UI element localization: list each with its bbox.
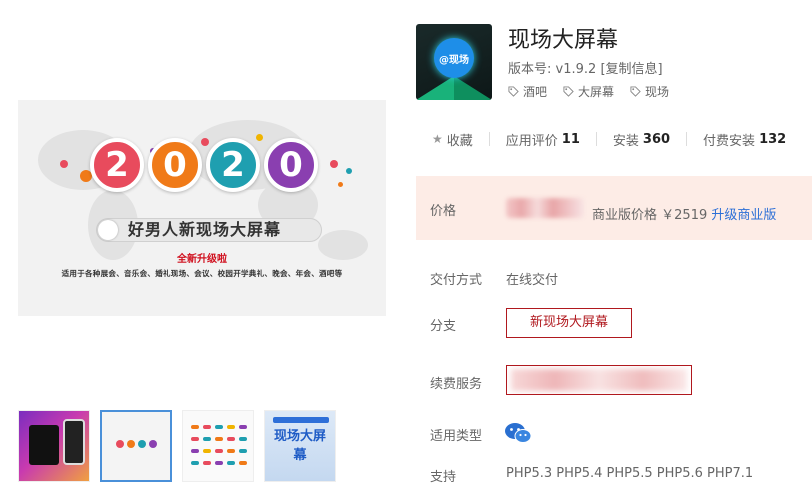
tag-item[interactable]: 大屏幕	[563, 83, 614, 100]
install-value: 360	[642, 131, 671, 147]
promo-text: 全新升级啦	[177, 254, 227, 265]
rating-stat[interactable]: 应用评价 11	[506, 130, 580, 149]
year-digit: 2	[90, 138, 144, 192]
star-icon: ★	[432, 132, 443, 146]
version-line: 版本号: v1.9.2 [复制信息]	[508, 58, 663, 77]
app-logo-text: @现场	[439, 55, 469, 66]
favorite-button[interactable]: ★ 收藏	[432, 130, 473, 149]
year-digit: 0	[264, 138, 318, 192]
thumbnail-2[interactable]	[100, 410, 172, 482]
paid-install-label: 付费安装	[703, 133, 756, 149]
delivery-label: 交付方式	[430, 273, 483, 288]
tag-item[interactable]: 现场	[630, 83, 669, 100]
version-label: 版本号:	[508, 62, 552, 77]
thumbnail-title: 现场大屏幕	[273, 429, 326, 463]
tag-icon	[563, 86, 574, 97]
tag-label: 大屏幕	[578, 85, 615, 99]
wechat-icon	[505, 423, 532, 443]
install-label: 安装	[612, 133, 639, 149]
renew-option-button[interactable]	[506, 365, 692, 395]
year-digit: 0	[148, 138, 202, 192]
install-stat: 安装 360	[613, 130, 670, 149]
rating-value: 11	[561, 131, 580, 147]
tag-icon	[630, 86, 641, 97]
business-price: 商业版价格 ￥2519 升级商业版	[592, 204, 776, 223]
rating-label: 应用评价	[505, 133, 558, 149]
year-badge: 2 0 2 0	[90, 138, 318, 192]
product-title: 现场大屏幕	[508, 28, 619, 53]
price-box: 价格 商业版价格 ￥2519 升级商业版	[416, 176, 812, 240]
tag-list: 酒吧 大屏幕 现场	[508, 83, 669, 100]
thumbnail-1[interactable]	[18, 410, 90, 482]
stats-bar: ★ 收藏 应用评价 11 安装 360 付费安装 132	[432, 124, 812, 154]
type-label: 适用类型	[430, 429, 483, 444]
delivery-value: 在线交付	[506, 273, 559, 288]
product-info: @现场 现场大屏幕 版本号: v1.9.2 [复制信息] 酒吧 大屏幕 现场 ★…	[416, 0, 812, 483]
app-logo-icon: @现场	[416, 24, 492, 100]
tag-label: 现场	[645, 85, 670, 99]
tag-item[interactable]: 酒吧	[508, 83, 547, 100]
support-label: 支持	[430, 470, 457, 483]
support-value: PHP5.3 PHP5.4 PHP5.5 PHP5.6 PHP7.1	[506, 466, 754, 481]
upgrade-link[interactable]: 升级商业版	[711, 208, 776, 223]
copy-info-link[interactable]: [复制信息]	[600, 62, 662, 77]
branch-label: 分支	[430, 319, 457, 334]
thumbnail-strip: 现场大屏幕	[18, 410, 336, 482]
paid-install-stat: 付费安装 132	[703, 130, 786, 149]
favorite-label: 收藏	[446, 133, 473, 149]
product-gallery: 2 0 2 0 好男人新现场大屏幕 全新升级啦 适用于各种展会、音乐会、婚礼现场…	[18, 0, 386, 483]
blurred-price	[506, 198, 584, 218]
paid-install-value: 132	[759, 131, 787, 147]
renew-label: 续费服务	[430, 377, 483, 392]
branch-option-button[interactable]: 新现场大屏幕	[506, 308, 632, 338]
thumbnail-4[interactable]: 现场大屏幕	[264, 410, 336, 482]
main-preview-image: 2 0 2 0 好男人新现场大屏幕 全新升级啦 适用于各种展会、音乐会、婚礼现场…	[18, 100, 386, 316]
tag-label: 酒吧	[523, 85, 548, 99]
year-digit: 2	[206, 138, 260, 192]
thumbnail-3[interactable]	[182, 410, 254, 482]
slogan-banner: 好男人新现场大屏幕	[96, 218, 322, 242]
promo-description: 适用于各种展会、音乐会、婚礼现场、会议、校园开学典礼、晚会、年会、酒吧等	[61, 269, 343, 278]
business-price-label: 商业版价格	[592, 208, 658, 223]
slogan-text: 好男人新现场大屏幕	[128, 220, 282, 239]
version-number: v1.9.2	[555, 62, 597, 77]
price-label: 价格	[430, 204, 457, 219]
tag-icon	[508, 86, 519, 97]
business-price-value: ￥2519	[661, 208, 708, 223]
